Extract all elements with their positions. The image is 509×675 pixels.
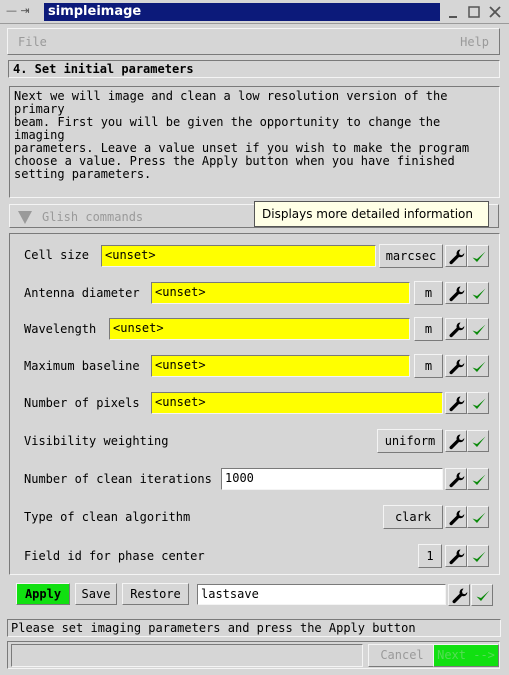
save-name-wrench-icon[interactable] xyxy=(448,584,470,606)
maximum-baseline-input[interactable]: <unset> xyxy=(151,355,410,377)
cell-size-input[interactable]: <unset> xyxy=(101,245,376,267)
param-label-visibility-weighting: Visibility weighting xyxy=(24,434,169,448)
footer-message-field xyxy=(11,644,363,667)
menu-bar: File Help xyxy=(7,28,500,55)
number-of-pixels-wrench-icon[interactable] xyxy=(445,392,467,414)
antenna-diameter-check-icon[interactable] xyxy=(467,282,489,304)
step-title: 4. Set initial parameters xyxy=(8,60,500,78)
field-id-check-icon[interactable] xyxy=(467,545,489,567)
param-label-maximum-baseline: Maximum baseline xyxy=(24,359,140,373)
param-label-clean-algorithm: Type of clean algorithm xyxy=(24,510,191,524)
visibility-weighting-check-icon[interactable] xyxy=(467,430,489,452)
cell-size-check-icon[interactable] xyxy=(467,245,489,267)
save-name-input[interactable]: lastsave xyxy=(197,584,446,605)
clean-iterations-check-icon[interactable] xyxy=(467,468,489,490)
param-label-number-of-pixels: Number of pixels xyxy=(24,396,140,410)
clean-iterations-wrench-icon[interactable] xyxy=(445,468,467,490)
clean-iterations-input[interactable]: 1000 xyxy=(221,468,443,490)
wavelength-wrench-icon[interactable] xyxy=(445,318,467,340)
wavelength-unit-button[interactable]: m xyxy=(414,317,443,341)
save-name-check-icon[interactable] xyxy=(471,584,493,606)
field-id-button[interactable]: 1 xyxy=(418,544,442,568)
wavelength-check-icon[interactable] xyxy=(467,318,489,340)
wavelength-input[interactable]: <unset> xyxy=(109,318,410,340)
clean-algorithm-check-icon[interactable] xyxy=(467,506,489,528)
cell-size-unit-button[interactable]: marcsec xyxy=(379,244,443,268)
apply-button[interactable]: Apply xyxy=(16,583,70,605)
clean-algorithm-button[interactable]: clark xyxy=(383,505,443,529)
next-button[interactable]: Next --> xyxy=(433,644,499,667)
restore-button[interactable]: Restore xyxy=(122,583,189,605)
visibility-weighting-button[interactable]: uniform xyxy=(377,429,443,453)
cell-size-wrench-icon[interactable] xyxy=(445,245,467,267)
maximum-baseline-unit-button[interactable]: m xyxy=(414,354,443,378)
clean-algorithm-wrench-icon[interactable] xyxy=(445,506,467,528)
window-title: simpleimage xyxy=(44,3,440,21)
maximum-baseline-wrench-icon[interactable] xyxy=(445,355,467,377)
status-line: Please set imaging parameters and press … xyxy=(7,619,501,637)
antenna-diameter-wrench-icon[interactable] xyxy=(445,282,467,304)
minimize-icon[interactable] xyxy=(445,4,461,20)
visibility-weighting-wrench-icon[interactable] xyxy=(445,430,467,452)
param-label-field-id: Field id for phase center xyxy=(24,549,205,563)
param-label-cell-size: Cell size xyxy=(24,248,90,262)
expand-arrow-icon[interactable] xyxy=(18,211,32,224)
maximum-baseline-check-icon[interactable] xyxy=(467,355,489,377)
description-text: Next we will image and clean a low resol… xyxy=(9,86,500,198)
param-label-wavelength: Wavelength xyxy=(24,322,97,336)
footer-bar: Cancel Next --> xyxy=(7,641,500,669)
title-bar[interactable]: — ⇥ simpleimage xyxy=(0,0,509,24)
close-icon[interactable] xyxy=(487,4,503,20)
menu-file[interactable]: File xyxy=(18,35,47,49)
number-of-pixels-check-icon[interactable] xyxy=(467,392,489,414)
glish-commands-label: Glish commands xyxy=(42,210,144,224)
antenna-diameter-unit-button[interactable]: m xyxy=(414,281,443,305)
param-label-clean-iterations: Number of clean iterations xyxy=(24,472,212,486)
field-id-wrench-icon[interactable] xyxy=(445,545,467,567)
tooltip: Displays more detailed information xyxy=(254,201,489,227)
number-of-pixels-input[interactable]: <unset> xyxy=(151,392,443,414)
save-button[interactable]: Save xyxy=(75,583,117,605)
cancel-button[interactable]: Cancel xyxy=(368,644,436,667)
param-label-antenna-diameter: Antenna diameter xyxy=(24,286,140,300)
antenna-diameter-input[interactable]: <unset> xyxy=(151,282,410,304)
window-menu-icon[interactable]: — ⇥ xyxy=(6,4,42,20)
maximize-icon[interactable] xyxy=(466,4,482,20)
menu-help[interactable]: Help xyxy=(460,35,489,49)
